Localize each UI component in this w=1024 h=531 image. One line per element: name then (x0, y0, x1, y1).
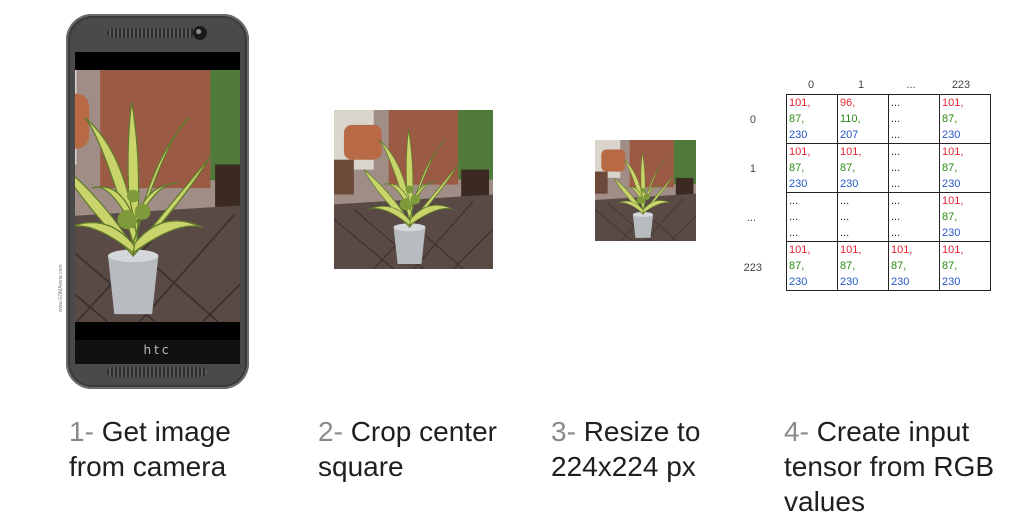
tensor-cell: ......... (888, 94, 940, 144)
tensor-cell: ......... (888, 143, 940, 193)
tensor-cell: ......... (786, 192, 838, 242)
tensor-cell: 101, 87, 230 (786, 241, 838, 291)
step-2-caption: 2- Crop center square (318, 416, 497, 482)
step-3-caption: 3- Resize to 224x224 px (551, 416, 701, 482)
tensor-cell: 101, 87, 230 (939, 94, 991, 144)
phone-speaker-top (107, 28, 207, 38)
tensor-cell: 101, 87, 230 (786, 94, 838, 144)
tensor-row-header: 0 (749, 114, 756, 126)
tensor-cell: ......... (888, 192, 940, 242)
tensor-col-header: 1 (857, 79, 865, 91)
camera-lens-icon (193, 26, 207, 40)
tensor-col-header: ... (906, 79, 916, 91)
watermark-text: www.GSMArena.com (58, 264, 64, 312)
tensor-cell: 101, 87, 230 (939, 143, 991, 193)
step-1-caption: 1- Get image from camera (69, 416, 231, 482)
phone-screen-image (75, 52, 240, 340)
tensor-cell: 101, 87, 230 (837, 241, 889, 291)
tensor-cell: 101, 87, 230 (786, 143, 838, 193)
phone-brand-logo: htc (143, 343, 172, 357)
cropped-image (334, 110, 493, 269)
tensor-cell: ......... (837, 192, 889, 242)
tensor-row-header: 223 (743, 262, 762, 274)
rgb-tensor-table: 101, 87, 230 96, 110, 207 ......... 101, 87, 2… (786, 94, 991, 291)
tensor-row-header: ... (746, 212, 756, 224)
phone-speaker-bottom (107, 367, 207, 377)
step-4-caption: 4- Create input tensor from RGB values (784, 416, 995, 517)
tensor-cell: 101, 87, 230 (939, 192, 991, 242)
tensor-cell: 101, 87, 230 (888, 241, 940, 291)
tensor-row-header: 1 (749, 163, 756, 175)
tensor-cell: 101, 87, 230 (837, 143, 889, 193)
tensor-cell: 101, 87, 230 (939, 241, 991, 291)
tensor-cell: 96, 110, 207 (837, 94, 889, 144)
resized-image (595, 140, 696, 241)
tensor-col-header: 223 (951, 79, 971, 91)
tensor-col-header: 0 (807, 79, 815, 91)
